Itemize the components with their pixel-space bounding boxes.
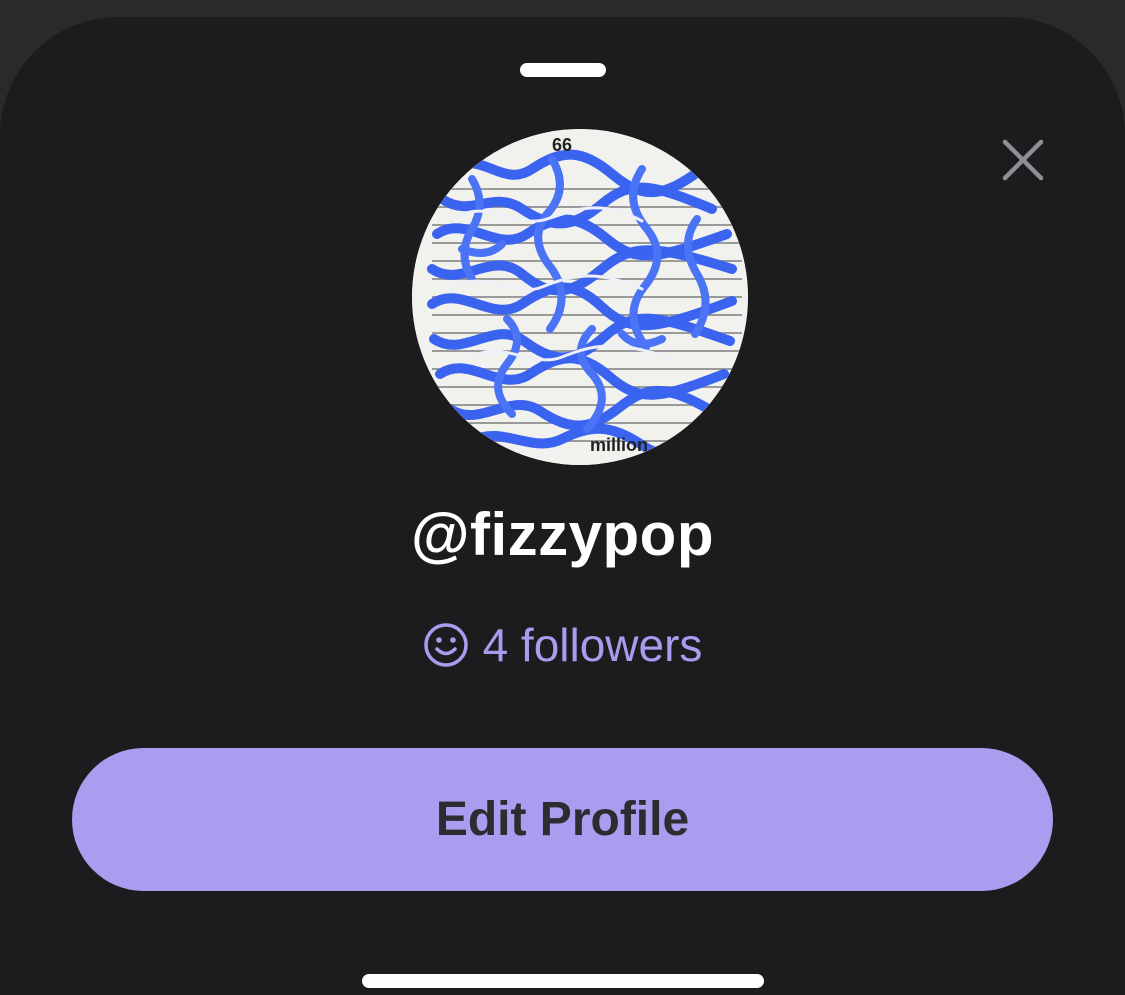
followers-count-label: 4 followers bbox=[482, 619, 703, 671]
username: @fizzypop bbox=[411, 501, 714, 568]
home-indicator bbox=[362, 974, 764, 988]
profile-sheet: 66 million @fizzypop 4 followers Edit Pr… bbox=[0, 17, 1125, 995]
sheet-grabber[interactable] bbox=[520, 63, 606, 77]
followers-link[interactable]: 4 followers bbox=[0, 615, 1125, 675]
smiley-icon bbox=[423, 623, 468, 667]
avatar-image: 66 million bbox=[412, 129, 748, 465]
avatar-text-66: 66 bbox=[552, 135, 572, 155]
avatar-text-million: million bbox=[590, 435, 648, 455]
avatar[interactable]: 66 million bbox=[412, 129, 748, 465]
edit-profile-button[interactable]: Edit Profile bbox=[72, 748, 1053, 891]
close-button[interactable] bbox=[995, 132, 1051, 188]
close-icon bbox=[1002, 139, 1044, 181]
